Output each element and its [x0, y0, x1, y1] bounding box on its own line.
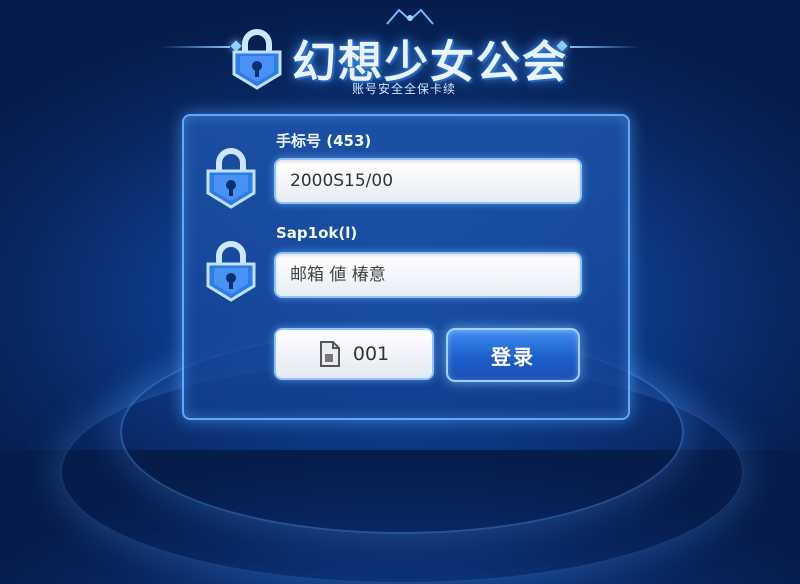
lock-icon — [206, 241, 256, 302]
password-input[interactable] — [274, 252, 582, 298]
login-button[interactable]: 登录 — [446, 328, 580, 382]
header-deco-line-right — [570, 46, 640, 48]
title-lock-icon — [232, 29, 282, 90]
app-subtitle: 账号安全全保卡续 — [352, 82, 457, 96]
header-deco-line-left — [160, 46, 230, 48]
crest-ornament-icon — [386, 8, 434, 25]
captcha-button[interactable]: 001 — [274, 328, 434, 380]
password-field-label: Sap1ok(l) — [276, 224, 358, 242]
captcha-code: 001 — [352, 343, 390, 365]
header: 幻想少女公会 账号安全全保卡续 — [0, 0, 800, 110]
document-icon — [319, 341, 340, 367]
account-field-label: 手标号 (453) — [276, 132, 372, 150]
lock-icon — [206, 148, 256, 209]
account-input[interactable] — [274, 158, 582, 204]
